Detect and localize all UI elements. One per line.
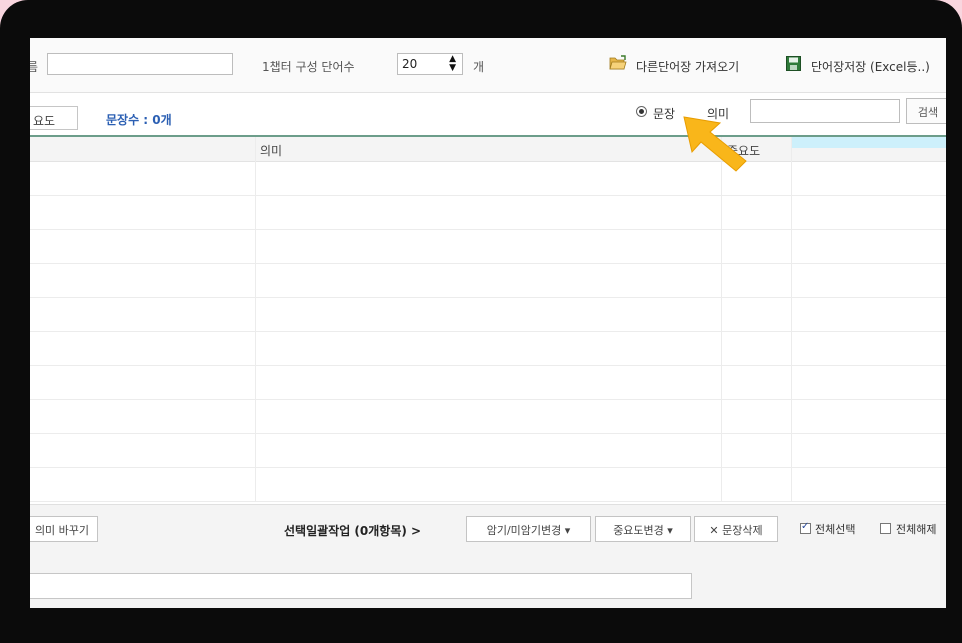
memorize-toggle-dropdown[interactable]: 암기/미암기변경 ▾ xyxy=(466,516,591,542)
top-toolbar: 름 1챕터 구성 단어수 20 ▲ ▼ 개 다른단어장 가져오기 단어장저장 (E… xyxy=(30,38,946,93)
swap-meaning-button[interactable]: 의미 바꾸기 xyxy=(30,516,98,542)
table-row[interactable] xyxy=(30,434,946,468)
save-wordbook-link[interactable]: 단어장저장 (Excel등..) xyxy=(811,58,930,75)
wordbook-name-input[interactable] xyxy=(47,53,233,75)
importance-change-dropdown[interactable]: 중요도변경 ▾ xyxy=(595,516,691,542)
folder-open-icon[interactable] xyxy=(609,55,627,71)
header-accent-bar xyxy=(792,137,946,148)
stepper-arrows-icon[interactable]: ▲ ▼ xyxy=(449,55,456,73)
chapter-word-count-stepper[interactable]: 20 ▲ ▼ xyxy=(397,53,463,75)
deselect-all-label[interactable]: 전체해제 xyxy=(896,521,936,537)
importance-tab[interactable]: 요도 xyxy=(30,106,78,130)
chapter-word-count-label: 1챕터 구성 단어수 xyxy=(262,60,355,74)
bulk-action-bar: 의미 바꾸기 선택일괄작업 (0개항목) > 암기/미암기변경 ▾ 중요도변경 … xyxy=(30,504,946,554)
table-row[interactable] xyxy=(30,366,946,400)
filter-bar: 요도 문장수 : 0개 문장 의미 검색 xyxy=(30,93,946,137)
search-button[interactable]: 검색 xyxy=(906,98,946,124)
table-row[interactable] xyxy=(30,298,946,332)
column-divider xyxy=(791,137,792,502)
unit-label: 개 xyxy=(473,60,485,74)
bulk-action-label: 선택일괄작업 (0개항목) > xyxy=(284,524,422,538)
device-bottom-bezel xyxy=(0,608,962,643)
delete-sentence-button[interactable]: ✕ 문장삭제 xyxy=(694,516,778,542)
chapter-word-count-value: 20 xyxy=(402,57,418,71)
save-disk-icon[interactable] xyxy=(786,56,801,71)
column-divider xyxy=(255,137,256,502)
table-body xyxy=(30,162,946,502)
table-header: 의미 중요도 xyxy=(30,137,946,162)
radio-sentence[interactable] xyxy=(636,106,647,117)
sentence-count-label: 문장수 : 0개 xyxy=(106,113,172,127)
table-row[interactable] xyxy=(30,332,946,366)
search-input[interactable] xyxy=(750,99,900,123)
table-row[interactable] xyxy=(30,162,946,196)
radio-sentence-label[interactable]: 문장 xyxy=(653,105,675,122)
select-all-checkbox[interactable] xyxy=(800,521,811,534)
pointer-arrow-icon xyxy=(683,116,747,172)
column-header-meaning[interactable]: 의미 xyxy=(260,142,282,159)
import-wordbook-link[interactable]: 다른단어장 가져오기 xyxy=(636,58,739,75)
app-screen: 름 1챕터 구성 단어수 20 ▲ ▼ 개 다른단어장 가져오기 단어장저장 (E… xyxy=(30,38,946,608)
table-row[interactable] xyxy=(30,196,946,230)
table-row[interactable] xyxy=(30,230,946,264)
table-row[interactable] xyxy=(30,400,946,434)
wordbook-name-label: 름 xyxy=(30,60,39,74)
table-row[interactable] xyxy=(30,264,946,298)
footer-input[interactable] xyxy=(30,573,692,599)
column-divider xyxy=(721,137,722,502)
table-row[interactable] xyxy=(30,468,946,502)
footer-area xyxy=(30,553,946,608)
select-all-label[interactable]: 전체선택 xyxy=(815,521,855,537)
deselect-all-checkbox[interactable] xyxy=(880,523,891,534)
